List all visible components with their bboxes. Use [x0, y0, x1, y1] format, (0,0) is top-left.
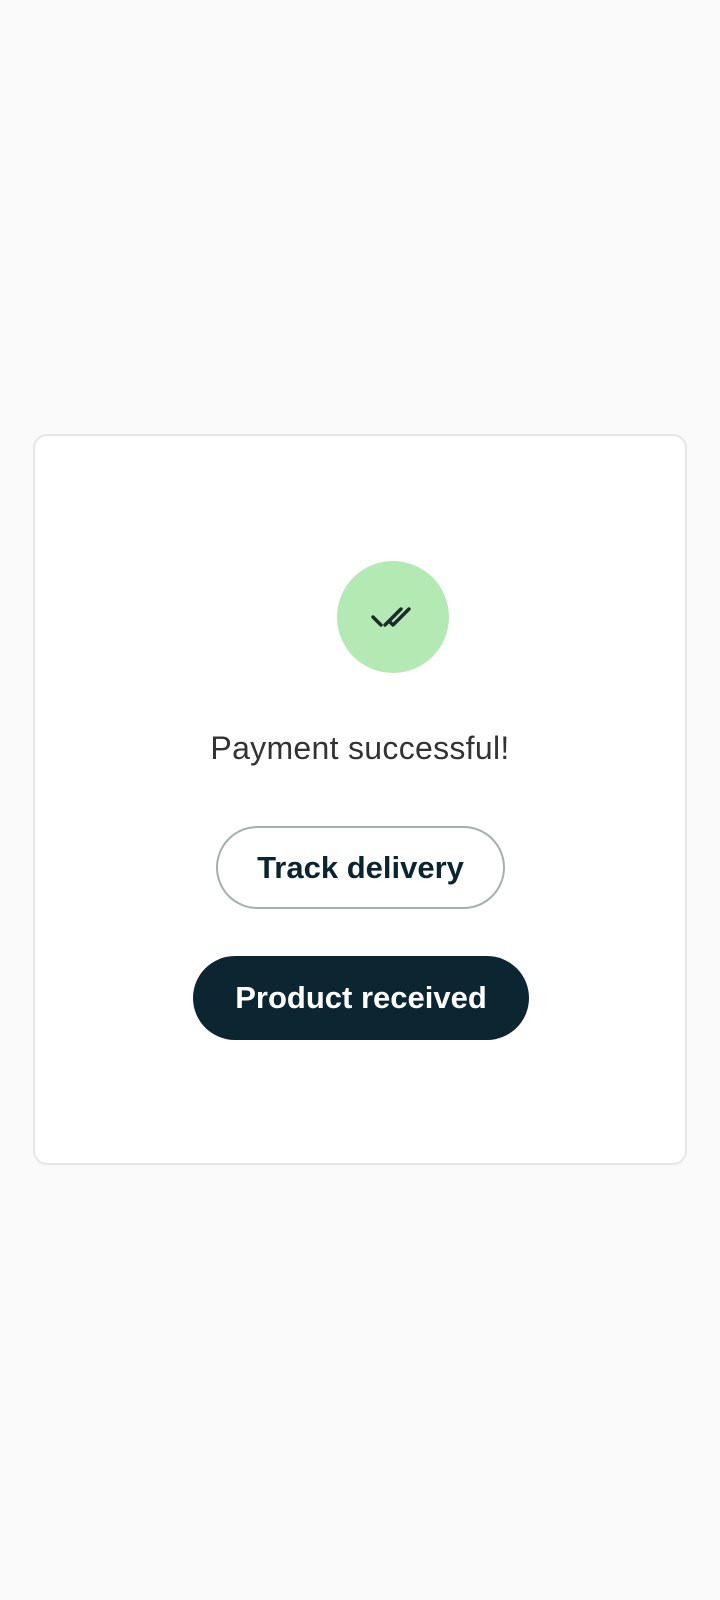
payment-success-card: Payment successful! Track delivery Produ…: [33, 434, 687, 1165]
product-received-button[interactable]: Product received: [193, 956, 529, 1040]
track-delivery-button[interactable]: Track delivery: [216, 826, 505, 909]
payment-status-message: Payment successful!: [210, 730, 510, 766]
track-delivery-label: Track delivery: [257, 849, 464, 885]
success-badge: [337, 561, 449, 673]
product-received-label: Product received: [235, 980, 487, 1015]
double-check-icon: [371, 607, 411, 627]
